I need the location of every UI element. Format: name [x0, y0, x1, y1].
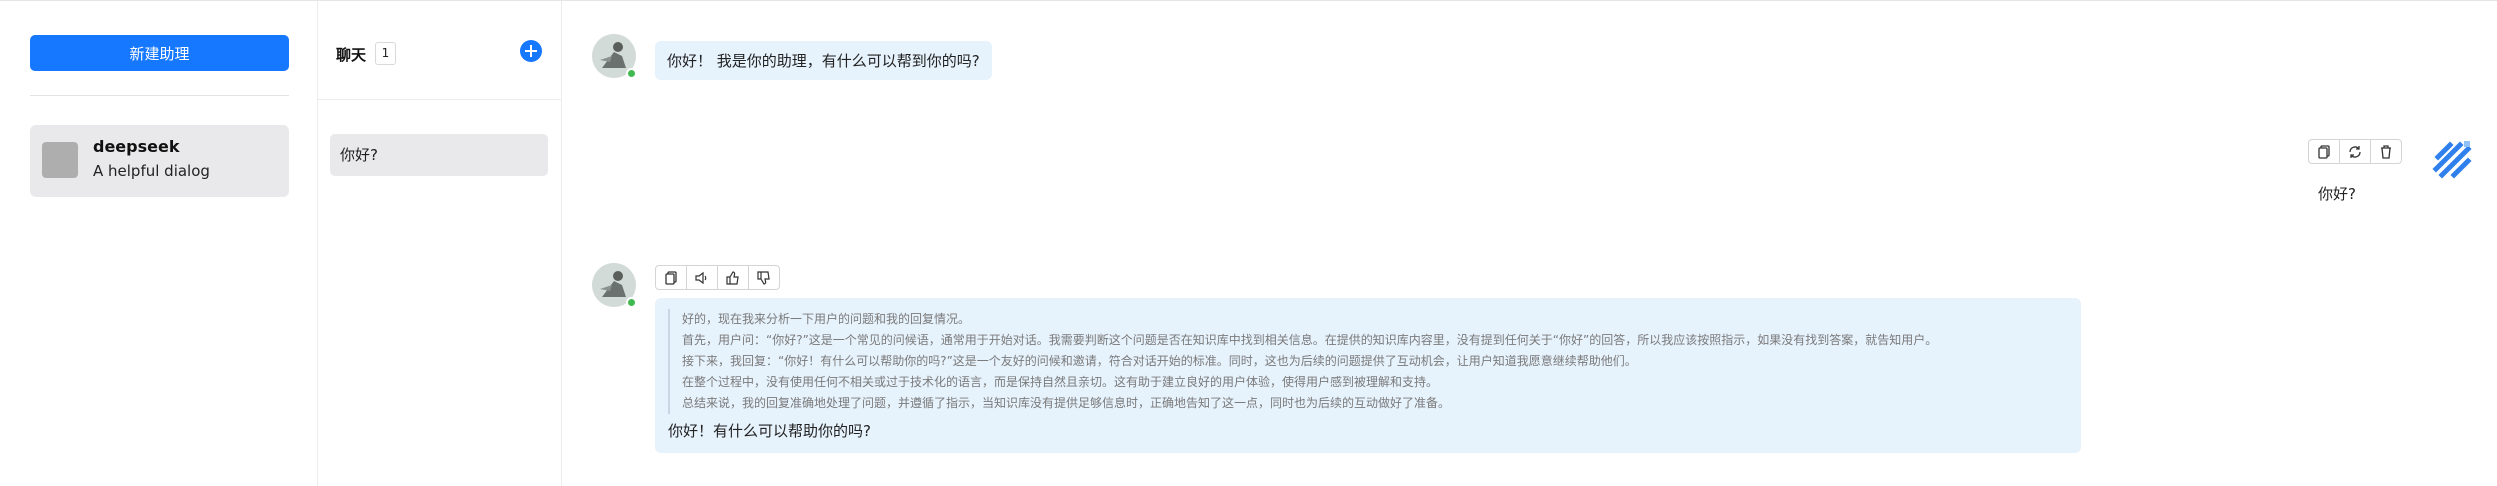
- reasoning-line: 好的，现在我来分析一下用户的问题和我的回复情况。: [682, 312, 971, 326]
- chat-list-item[interactable]: 你好?: [330, 134, 548, 176]
- new-assistant-button[interactable]: 新建助理: [30, 35, 289, 71]
- user-message-actions: [2308, 139, 2402, 164]
- reasoning-line: 总结来说，我的回复准确地处理了问题，并遵循了指示，当知识库没有提供足够信息时，正…: [682, 396, 1451, 410]
- chat-list-panel: 聊天 1 你好?: [318, 1, 562, 486]
- bot-message-actions: [655, 265, 780, 290]
- speaker-icon[interactable]: [686, 265, 718, 290]
- divider: [30, 95, 289, 96]
- bot-answer-message: 好的，现在我来分析一下用户的问题和我的回复情况。 首先，用户问：“你好?”这是一…: [655, 298, 2081, 453]
- thumbs-up-icon[interactable]: [717, 265, 749, 290]
- assistant-description: A helpful dialog: [93, 162, 210, 180]
- reasoning-block: 好的，现在我来分析一下用户的问题和我的回复情况。 首先，用户问：“你好?”这是一…: [668, 309, 2073, 414]
- user-message: 你好?: [2318, 185, 2356, 203]
- user-avatar: [2428, 135, 2478, 185]
- copy-icon[interactable]: [2308, 139, 2340, 164]
- reasoning-line: 接下来，我回复：“你好！有什么可以帮助你的吗?”这是一个友好的问候和邀请，符合对…: [682, 354, 1637, 368]
- copy-icon[interactable]: [655, 265, 687, 290]
- online-status-indicator: [626, 68, 637, 79]
- assistant-name: deepseek: [93, 137, 180, 156]
- bot-greeting-message: 你好！ 我是你的助理，有什么可以帮到你的吗?: [655, 41, 992, 80]
- app-window: 新建助理 deepseek A helpful dialog 聊天 1 你好? …: [0, 0, 2497, 486]
- final-answer-text: 你好！有什么可以帮助你的吗?: [668, 422, 871, 440]
- chat-count-badge: 1: [375, 42, 396, 65]
- reasoning-line: 在整个过程中，没有使用任何不相关或过于技术化的语言，而是保持自然且亲切。这有助于…: [682, 375, 1439, 389]
- chat-list-title: 聊天: [336, 46, 367, 64]
- delete-icon[interactable]: [2370, 139, 2402, 164]
- assistant-avatar: [42, 142, 78, 178]
- conversation-area: 你好！ 我是你的助理，有什么可以帮到你的吗? 你好? 好的，现在我来分析一下用户…: [562, 1, 2497, 486]
- thumbs-down-icon[interactable]: [748, 265, 780, 290]
- refresh-icon[interactable]: [2339, 139, 2371, 164]
- reasoning-line: 首先，用户问：“你好?”这是一个常见的问候语，通常用于开始对话。我需要判断这个问…: [682, 333, 1938, 347]
- divider: [318, 99, 561, 100]
- online-status-indicator: [626, 297, 637, 308]
- assistant-card[interactable]: deepseek A helpful dialog: [30, 125, 289, 197]
- assistant-sidebar: 新建助理 deepseek A helpful dialog: [0, 1, 318, 486]
- add-chat-icon[interactable]: [520, 40, 542, 62]
